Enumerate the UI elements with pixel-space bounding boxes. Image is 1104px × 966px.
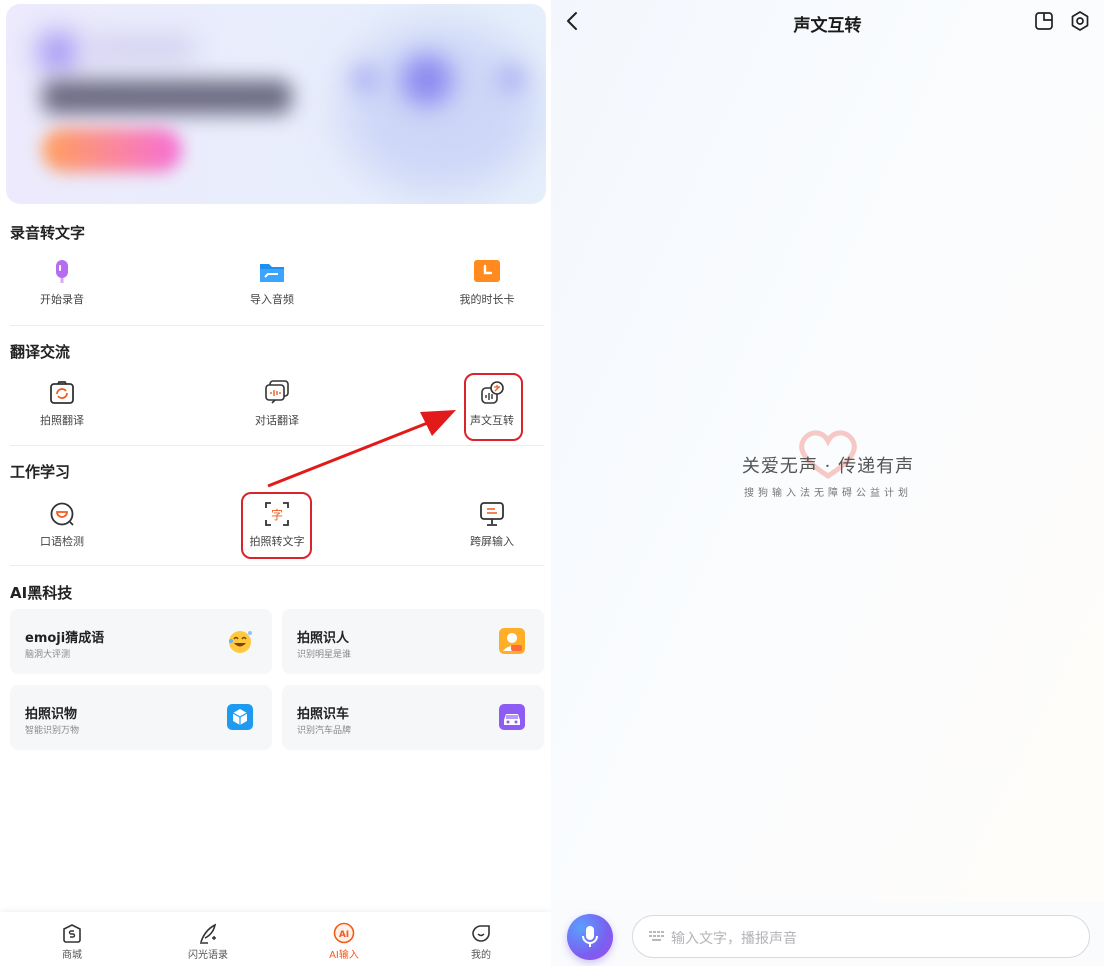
import-audio-button[interactable]: 导入音频 bbox=[217, 258, 327, 307]
settings-icon[interactable] bbox=[1069, 10, 1091, 32]
section-title-work-study: 工作学习 bbox=[10, 463, 71, 481]
ai-input-icon: AI bbox=[333, 922, 355, 944]
photo-translate-button[interactable]: 拍照翻译 bbox=[7, 379, 117, 428]
divider bbox=[10, 565, 544, 566]
cross-screen-icon bbox=[480, 502, 504, 526]
input-bar: 输入文字，播报声音 bbox=[551, 902, 1104, 966]
start-recording-button[interactable]: 开始录音 bbox=[7, 258, 117, 307]
camera-translate-icon bbox=[50, 381, 74, 404]
nav-flash-quotes[interactable]: 闪光语录 bbox=[168, 922, 248, 961]
cross-screen-input-button[interactable]: 跨屏输入 bbox=[437, 500, 547, 549]
card-car-recognition[interactable]: 拍照识车 识别汽车品牌 bbox=[282, 685, 544, 750]
slogan: 关爱无声 · 传递有声 bbox=[741, 456, 915, 477]
profile-icon bbox=[472, 925, 490, 942]
emoji-face-icon bbox=[229, 631, 252, 653]
nav-profile[interactable]: 我的 bbox=[441, 922, 521, 961]
annotation-arrow bbox=[267, 410, 456, 488]
keyboard-icon bbox=[649, 931, 664, 941]
speech-check-icon bbox=[50, 502, 74, 526]
promo-banner[interactable] bbox=[6, 4, 546, 204]
card-face-recognition[interactable]: 拍照识人 识别明星是谁 bbox=[282, 609, 544, 674]
highlight-photo-to-text bbox=[241, 492, 312, 559]
svg-text:AI: AI bbox=[339, 930, 349, 940]
ai-input-page: 录音转文字 开始录音 导入音频 我的时长卡 翻译交流 拍照翻译 对话翻译 声文互… bbox=[0, 0, 551, 966]
nav-shop[interactable]: 商城 bbox=[32, 922, 112, 961]
section-title-translation: 翻译交流 bbox=[10, 343, 71, 361]
divider bbox=[10, 325, 544, 326]
nav-ai-input[interactable]: AI AI输入 bbox=[304, 922, 384, 961]
cube-scan-icon bbox=[227, 704, 253, 730]
highlight-voice-text-convert bbox=[464, 373, 523, 441]
folder-icon bbox=[260, 264, 284, 282]
top-bar: 声文互转 bbox=[551, 0, 1104, 44]
text-input[interactable]: 输入文字，播报声音 bbox=[632, 915, 1090, 958]
window-icon[interactable] bbox=[1033, 10, 1055, 32]
charity-logo: 关爱无声 · 传递有声 搜狗输入法无障碍公益计划 bbox=[701, 428, 955, 508]
clock-card-icon bbox=[474, 260, 500, 282]
bottom-navigation: 商城 闪光语录 AI AI输入 我的 bbox=[0, 912, 551, 966]
car-icon bbox=[499, 704, 525, 730]
microphone-button[interactable] bbox=[567, 914, 613, 960]
page-title: 声文互转 bbox=[793, 16, 862, 36]
slogan-subtitle: 搜狗输入法无障碍公益计划 bbox=[744, 488, 912, 499]
input-placeholder: 输入文字，播报声音 bbox=[671, 931, 797, 947]
shop-icon bbox=[63, 924, 81, 943]
face-id-icon bbox=[499, 628, 525, 654]
card-object-recognition[interactable]: 拍照识物 智能识别万物 bbox=[10, 685, 272, 750]
speech-check-button[interactable]: 口语检测 bbox=[7, 500, 117, 549]
voice-text-convert-page: 声文互转 关爱无声 · 传递有声 搜狗输入法无障碍公益计划 输入文字，播报声音 bbox=[551, 0, 1104, 966]
quill-icon bbox=[200, 923, 217, 944]
my-duration-card-button[interactable]: 我的时长卡 bbox=[432, 258, 542, 307]
card-emoji-idiom[interactable]: emoji猜成语 脑洞大评测 bbox=[10, 609, 272, 674]
section-title-ai-tech: AI黑科技 bbox=[10, 584, 73, 602]
microphone-icon bbox=[582, 926, 598, 947]
section-title-recording: 录音转文字 bbox=[10, 224, 86, 242]
microphone-icon bbox=[56, 260, 68, 283]
